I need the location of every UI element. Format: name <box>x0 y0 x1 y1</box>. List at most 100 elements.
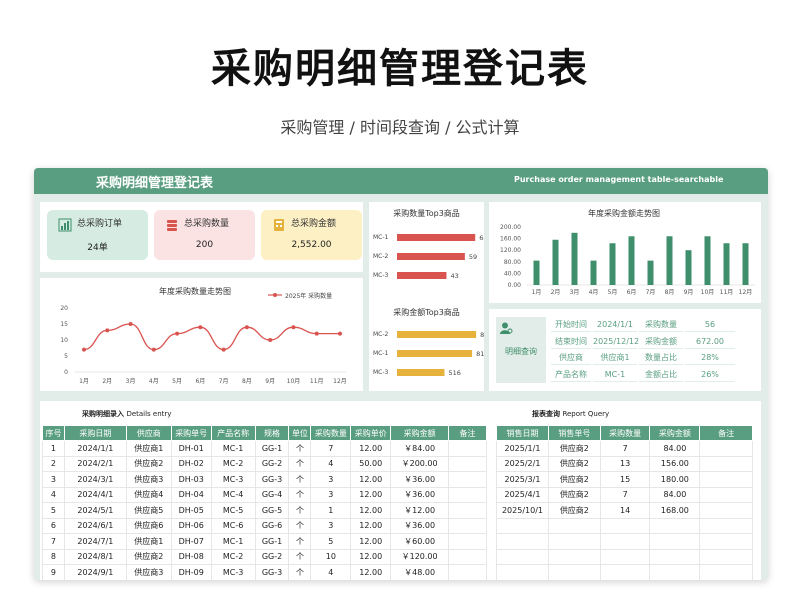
table-cell[interactable] <box>599 548 651 565</box>
table-cell[interactable]: 12.00 <box>350 548 392 565</box>
table-cell[interactable]: 供应商2 <box>125 548 172 565</box>
table-cell[interactable]: 供应商2 <box>125 455 172 472</box>
table-cell[interactable]: 5 <box>310 533 352 550</box>
table-cell[interactable]: 供应商5 <box>125 502 172 519</box>
table-cell[interactable] <box>699 502 753 519</box>
table-cell[interactable]: 14 <box>599 502 651 519</box>
table-row[interactable]: 9 2024/9/1 供应商3 DH-09 MC-3 GG-3 个 4 12.00 ￥48.00 <box>42 564 487 580</box>
table-cell[interactable]: MC-1 <box>210 533 256 550</box>
table-cell[interactable]: 2025/2/1 <box>496 455 549 472</box>
column-header[interactable]: 备注 <box>699 425 753 441</box>
table-cell[interactable]: 2024/1/1 <box>63 440 127 457</box>
table-cell[interactable]: 2 <box>42 455 65 472</box>
table-cell[interactable]: 3 <box>310 517 352 534</box>
table-cell[interactable]: MC-3 <box>210 564 256 580</box>
table-cell[interactable]: 个 <box>288 564 312 580</box>
column-header[interactable]: 采购单号 <box>170 425 212 441</box>
table-cell[interactable]: GG-3 <box>254 564 290 580</box>
table-cell[interactable] <box>699 486 753 503</box>
table-row[interactable] <box>496 517 753 534</box>
table-cell[interactable]: GG-1 <box>254 440 290 457</box>
table-cell[interactable] <box>649 564 701 580</box>
table-cell[interactable]: 7 <box>599 486 651 503</box>
table-cell[interactable]: 供应商6 <box>125 517 172 534</box>
query-field-value[interactable]: 28% <box>685 350 735 365</box>
table-cell[interactable]: 84.00 <box>649 440 701 457</box>
column-header[interactable]: 采购金额 <box>390 425 450 441</box>
table-cell[interactable]: ￥36.00 <box>390 471 450 488</box>
table-cell[interactable]: 2024/7/1 <box>63 533 127 550</box>
table-cell[interactable]: 个 <box>288 471 312 488</box>
table-cell[interactable]: 供应商2 <box>547 486 601 503</box>
table-row[interactable]: 7 2024/7/1 供应商1 DH-07 MC-1 GG-1 个 5 12.00 ￥60.00 <box>42 533 487 550</box>
table-cell[interactable]: 12.00 <box>350 471 392 488</box>
table-cell[interactable] <box>448 486 487 503</box>
table-cell[interactable]: GG-5 <box>254 502 290 519</box>
table-cell[interactable]: 2024/5/1 <box>63 502 127 519</box>
table-cell[interactable]: 15 <box>599 471 651 488</box>
table-cell[interactable]: DH-04 <box>170 486 212 503</box>
column-header[interactable]: 采购数量 <box>310 425 352 441</box>
table-cell[interactable] <box>448 517 487 534</box>
table-cell[interactable]: 个 <box>288 548 312 565</box>
table-cell[interactable]: 12.00 <box>350 533 392 550</box>
table-cell[interactable]: 供应商4 <box>125 486 172 503</box>
table-cell[interactable]: ￥84.00 <box>390 440 450 457</box>
table-cell[interactable]: 2024/9/1 <box>63 564 127 580</box>
query-field-value[interactable]: 2025/12/12 <box>593 334 639 349</box>
table-cell[interactable]: 供应商2 <box>547 502 601 519</box>
table-cell[interactable]: 12.00 <box>350 440 392 457</box>
table-cell[interactable] <box>496 564 549 580</box>
table-cell[interactable]: 7 <box>42 533 65 550</box>
table-cell[interactable]: 2024/2/1 <box>63 455 127 472</box>
table-cell[interactable]: 12.00 <box>350 502 392 519</box>
table-cell[interactable]: 个 <box>288 502 312 519</box>
table-cell[interactable]: 2024/8/1 <box>63 548 127 565</box>
table-cell[interactable]: 2025/1/1 <box>496 440 549 457</box>
table-cell[interactable]: ￥120.00 <box>390 548 450 565</box>
table-cell[interactable]: 4 <box>310 455 352 472</box>
query-field-value[interactable]: 2024/1/1 <box>593 317 637 332</box>
table-row[interactable]: 2025/4/1 供应商2 7 84.00 <box>496 486 753 503</box>
table-cell[interactable] <box>599 533 651 550</box>
table-cell[interactable]: 供应商2 <box>547 471 601 488</box>
table-cell[interactable]: 1 <box>42 440 65 457</box>
table-cell[interactable]: ￥36.00 <box>390 517 450 534</box>
table-cell[interactable]: 个 <box>288 517 312 534</box>
table-cell[interactable] <box>448 548 487 565</box>
column-header[interactable]: 供应商 <box>125 425 172 441</box>
table-cell[interactable]: 供应商2 <box>547 455 601 472</box>
table-cell[interactable] <box>699 533 753 550</box>
table-cell[interactable]: 50.00 <box>350 455 392 472</box>
query-field-value[interactable]: 672.00 <box>685 334 735 349</box>
column-header[interactable]: 销售单号 <box>547 425 601 441</box>
table-cell[interactable]: DH-05 <box>170 502 212 519</box>
column-header[interactable]: 采购日期 <box>63 425 127 441</box>
table-cell[interactable]: GG-3 <box>254 471 290 488</box>
table-cell[interactable] <box>649 533 701 550</box>
column-header[interactable]: 产品名称 <box>210 425 256 441</box>
table-cell[interactable]: MC-2 <box>210 455 256 472</box>
table-cell[interactable]: 2024/4/1 <box>63 486 127 503</box>
table-cell[interactable] <box>547 533 601 550</box>
table-cell[interactable] <box>496 533 549 550</box>
table-row[interactable]: 2025/1/1 供应商2 7 84.00 <box>496 440 753 457</box>
table-cell[interactable]: 10 <box>310 548 352 565</box>
table-cell[interactable] <box>448 564 487 580</box>
table-row[interactable]: 5 2024/5/1 供应商5 DH-05 MC-5 GG-5 个 1 12.00 ￥12.00 <box>42 502 487 519</box>
table-cell[interactable] <box>699 471 753 488</box>
table-cell[interactable]: 13 <box>599 455 651 472</box>
table-cell[interactable]: GG-6 <box>254 517 290 534</box>
table-row[interactable]: 2025/10/1 供应商2 14 168.00 <box>496 502 753 519</box>
table-cell[interactable]: 2025/3/1 <box>496 471 549 488</box>
table-cell[interactable] <box>699 440 753 457</box>
query-field-value[interactable]: 供应商1 <box>593 350 637 365</box>
table-cell[interactable] <box>448 502 487 519</box>
table-cell[interactable]: DH-03 <box>170 471 212 488</box>
table-cell[interactable]: 供应商2 <box>547 440 601 457</box>
table-cell[interactable]: 个 <box>288 455 312 472</box>
table-cell[interactable] <box>496 548 549 565</box>
table-cell[interactable]: 个 <box>288 533 312 550</box>
table-cell[interactable]: 6 <box>42 517 65 534</box>
table-cell[interactable]: DH-08 <box>170 548 212 565</box>
